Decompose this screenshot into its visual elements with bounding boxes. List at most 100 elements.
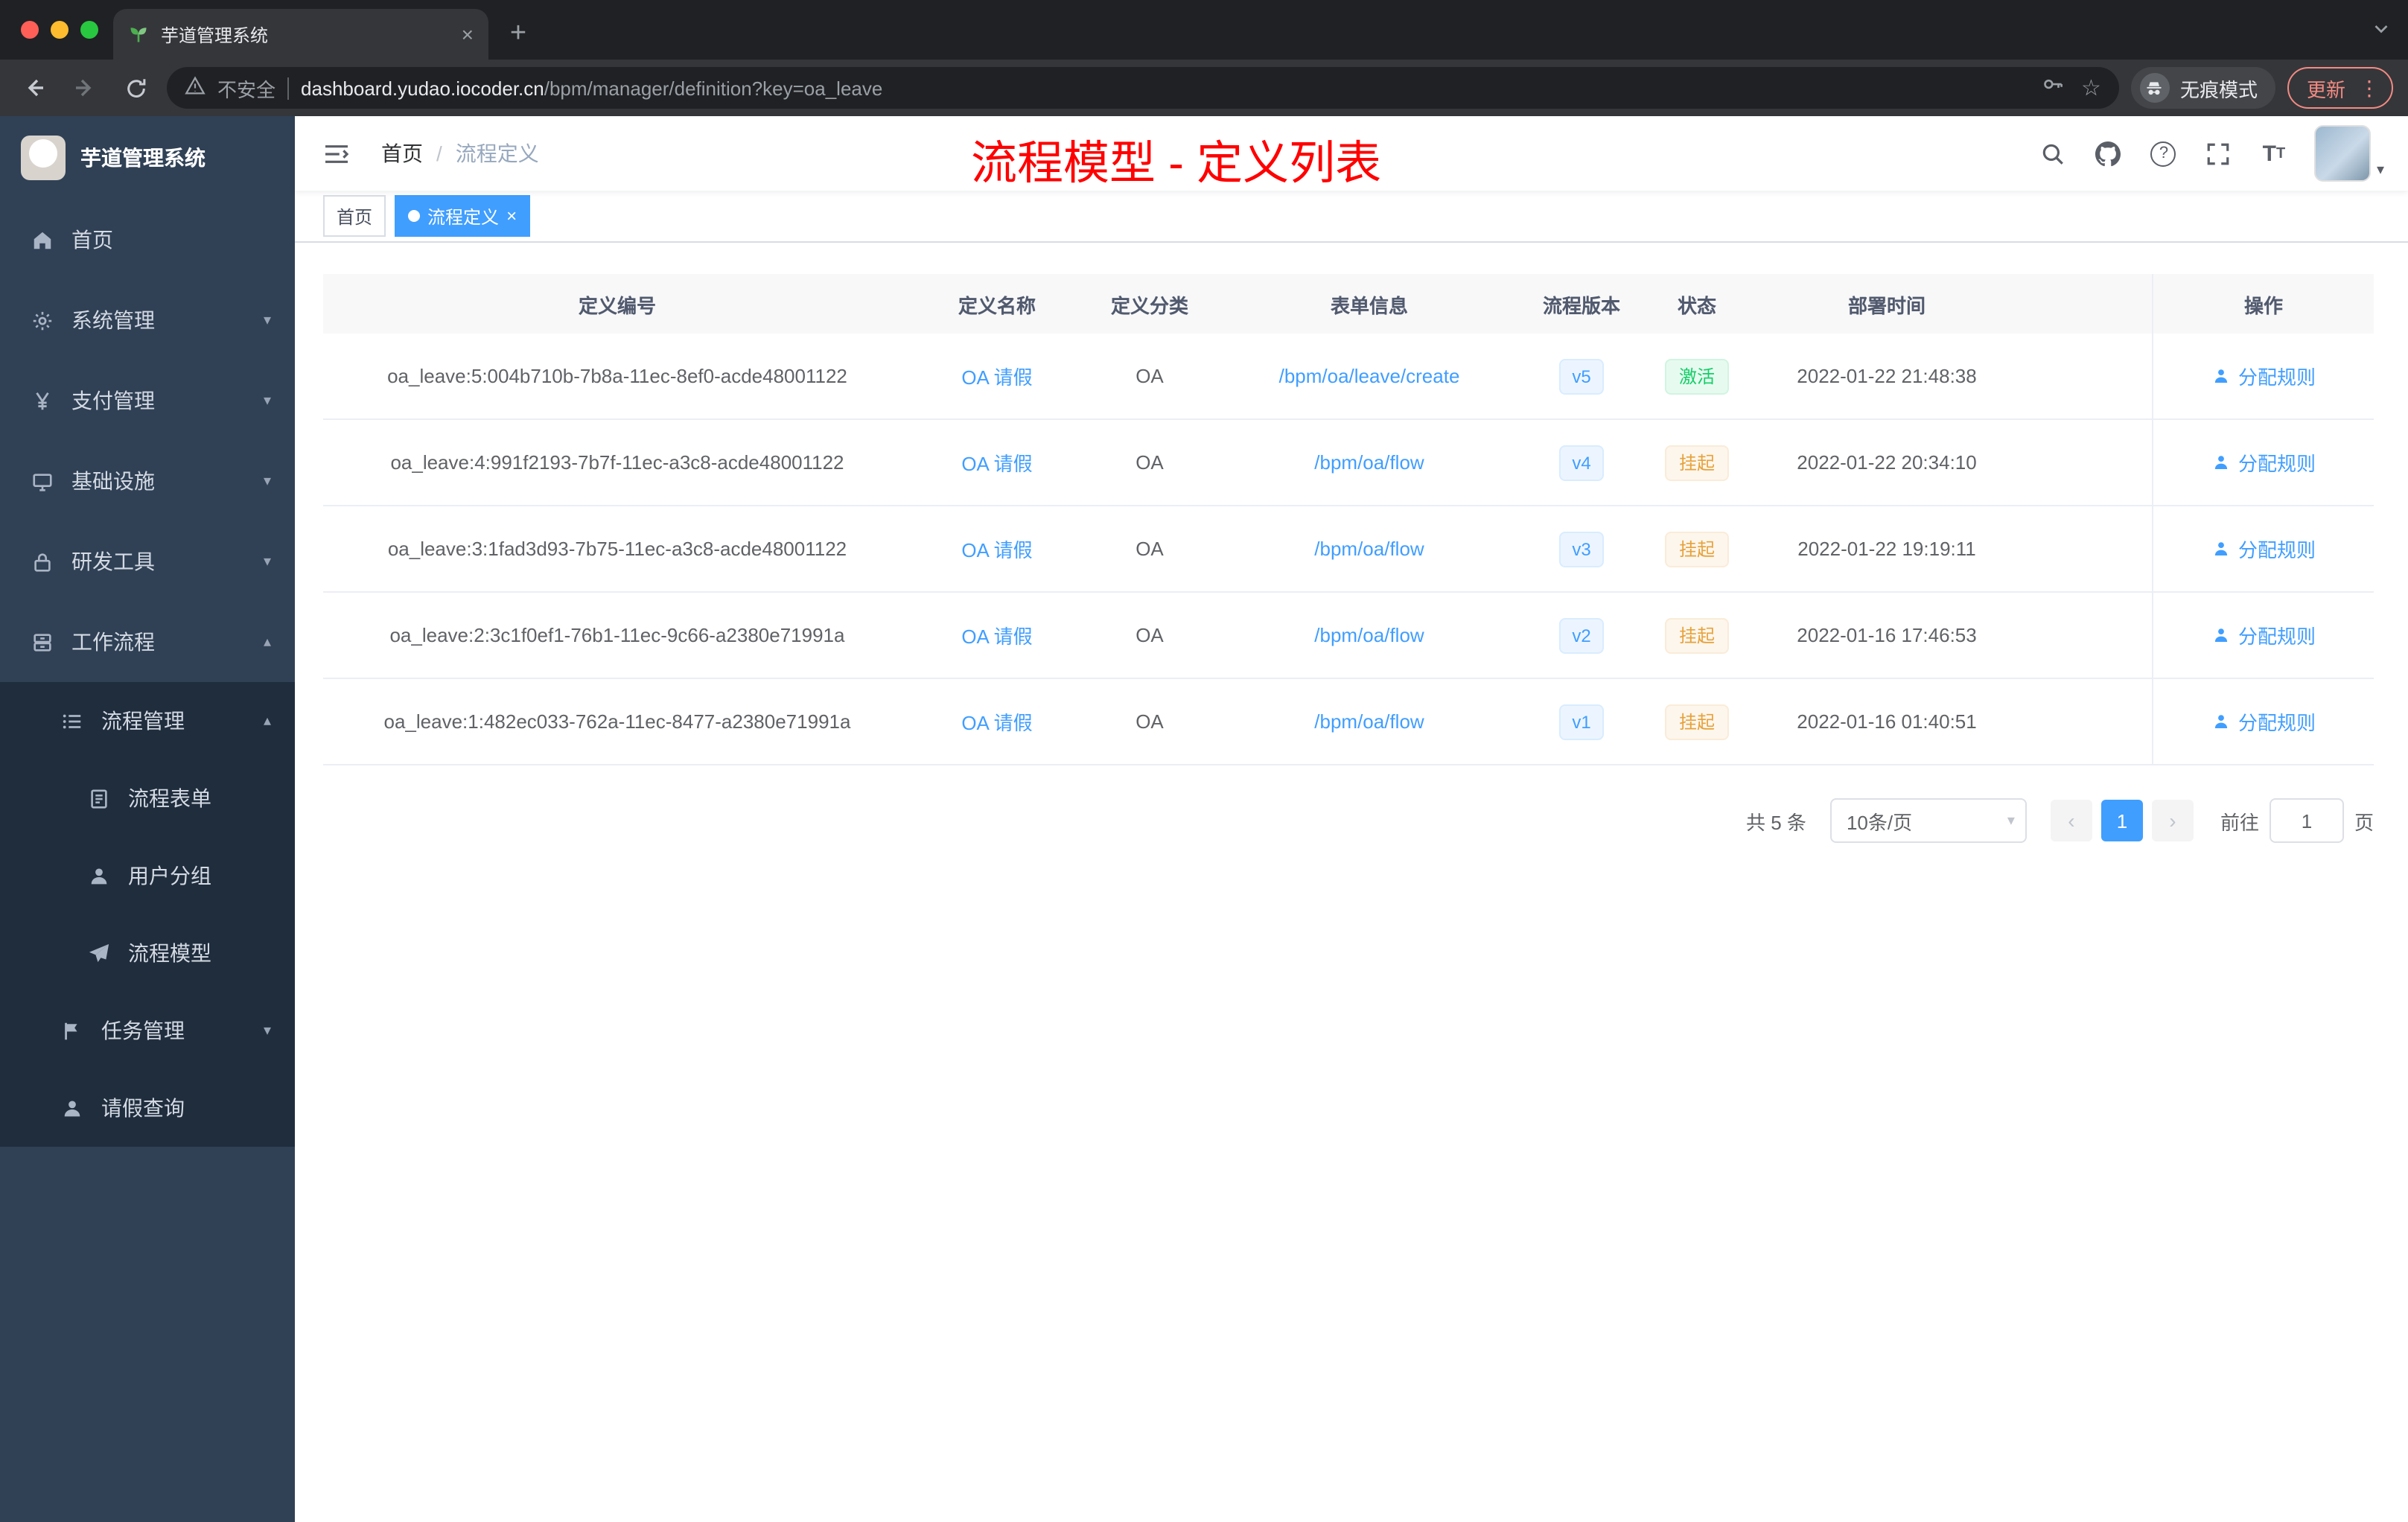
form-link[interactable]: /bpm/oa/flow: [1314, 451, 1424, 474]
sidebar-item-devtools[interactable]: 研发工具 ▾: [0, 521, 295, 602]
definition-name-link[interactable]: OA 请假: [961, 621, 1032, 649]
tags-view-bar: 首页 流程定义 ×: [295, 191, 2408, 243]
reload-button[interactable]: [116, 69, 155, 107]
cell-definition-id: oa_leave:5:004b710b-7b8a-11ec-8ef0-acde4…: [387, 365, 847, 387]
browser-tab[interactable]: 芋道管理系统 ×: [113, 9, 488, 60]
sidebar-item-workflow[interactable]: 工作流程 ▴: [0, 602, 295, 682]
security-label: 不安全: [217, 78, 276, 101]
omnibox[interactable]: 不安全 dashboard.yudao.iocoder.cn/bpm/manag…: [167, 67, 2119, 109]
sidebar-item-task-management[interactable]: 任务管理 ▾: [0, 992, 295, 1069]
key-icon[interactable]: [2041, 73, 2063, 103]
sidebar-item-process-management[interactable]: 流程管理 ▴: [0, 682, 295, 760]
prev-page-button[interactable]: ‹: [2050, 800, 2092, 841]
definition-name-link[interactable]: OA 请假: [961, 362, 1032, 390]
assign-rule-link[interactable]: 分配规则: [2211, 621, 2316, 649]
url-text: dashboard.yudao.iocoder.cn/bpm/manager/d…: [301, 77, 882, 99]
status-badge: 挂起: [1665, 704, 1728, 739]
sidebar-item-payment-management[interactable]: 支付管理 ▾: [0, 360, 295, 441]
update-button[interactable]: 更新 ⋮: [2287, 67, 2393, 109]
gear-icon: [30, 308, 54, 332]
github-icon[interactable]: [2094, 138, 2124, 168]
form-link[interactable]: /bpm/oa/flow: [1314, 624, 1424, 646]
definition-name-link[interactable]: OA 请假: [961, 448, 1032, 477]
definition-name-link[interactable]: OA 请假: [961, 535, 1032, 563]
assign-rule-link[interactable]: 分配规则: [2211, 448, 2316, 477]
search-icon[interactable]: [2039, 138, 2068, 168]
tab-search-chevron-icon[interactable]: [2372, 18, 2390, 45]
main-content: 首页 / 流程定义 ? TT ▾ 首页 流程定义 × 定义编号 定义名称 定义分…: [295, 116, 2408, 1522]
status-badge: 挂起: [1665, 445, 1728, 480]
form-link[interactable]: /bpm/oa/flow: [1314, 538, 1424, 560]
tag-process-definition[interactable]: 流程定义 ×: [395, 195, 531, 237]
user-avatar[interactable]: ▾: [2313, 125, 2384, 182]
sidebar-item-process-form[interactable]: 流程表单: [0, 760, 295, 837]
definition-name-link[interactable]: OA 请假: [961, 707, 1032, 736]
hamburger-button[interactable]: [316, 133, 357, 174]
page-content: 定义编号 定义名称 定义分类 表单信息 流程版本 状态 部署时间 操作 oa_l…: [295, 243, 2408, 1522]
kebab-menu-icon[interactable]: ⋮: [2353, 75, 2386, 101]
sidebar-item-process-model[interactable]: 流程模型: [0, 914, 295, 992]
pagination: 共 5 条 10条/页 ▾ ‹ 1 › 前往 页: [323, 798, 2374, 843]
browser-toolbar: 不安全 dashboard.yudao.iocoder.cn/bpm/manag…: [0, 60, 2408, 116]
zoom-window-button[interactable]: [80, 21, 98, 39]
col-header-definition-name: 定义名称: [958, 294, 1036, 316]
version-badge: v1: [1558, 704, 1605, 739]
goto-page-input[interactable]: [2269, 798, 2344, 843]
page-size-select[interactable]: 10条/页 ▾: [1829, 798, 2027, 843]
form-link[interactable]: /bpm/oa/flow: [1314, 710, 1424, 733]
breadcrumb-home[interactable]: 首页: [381, 138, 423, 168]
yen-icon: [30, 389, 54, 413]
chevron-down-icon: ▾: [263, 392, 271, 409]
back-button[interactable]: [15, 69, 54, 107]
definition-table: 定义编号 定义名称 定义分类 表单信息 流程版本 状态 部署时间 操作 oa_l…: [323, 274, 2374, 765]
browser-window: 芋道管理系统 × + 不安全 dashboard.yudao.iocoder.c…: [0, 0, 2408, 1522]
next-page-button[interactable]: ›: [2151, 800, 2194, 841]
table-row: oa_leave:2:3c1f0ef1-76b1-11ec-9c66-a2380…: [323, 593, 2374, 679]
cell-category: OA: [1135, 710, 1164, 733]
form-link[interactable]: /bpm/oa/leave/create: [1279, 365, 1460, 387]
cell-category: OA: [1135, 624, 1164, 646]
process-management-icon: [60, 709, 83, 733]
minimize-window-button[interactable]: [51, 21, 69, 39]
app-root: 芋道管理系统 首页 系统管理 ▾ 支付管理 ▾ 基础设施 ▾ 研发工具 ▾ 工作…: [0, 116, 2408, 1522]
url-host: dashboard.yudao.iocoder.cn: [301, 77, 544, 99]
sidebar-item-system-management[interactable]: 系统管理 ▾: [0, 280, 295, 360]
assign-rule-link[interactable]: 分配规则: [2211, 362, 2316, 390]
forward-button[interactable]: [66, 69, 104, 107]
table-header: 定义编号 定义名称 定义分类 表单信息 流程版本 状态 部署时间 操作: [323, 274, 2374, 334]
avatar-image: [2313, 125, 2371, 182]
sidebar-item-home[interactable]: 首页: [0, 200, 295, 280]
home-icon: [30, 228, 54, 252]
tag-home[interactable]: 首页: [323, 195, 386, 237]
assign-rule-link[interactable]: 分配规则: [2211, 707, 2316, 736]
update-label: 更新: [2306, 78, 2345, 101]
tab-close-icon[interactable]: ×: [462, 22, 474, 46]
tag-close-icon[interactable]: ×: [506, 206, 517, 226]
breadcrumb-current: 流程定义: [455, 141, 539, 165]
status-badge: 挂起: [1665, 531, 1728, 567]
version-badge: v5: [1558, 358, 1605, 394]
tab-favicon: [130, 28, 147, 42]
incognito-label: 无痕模式: [2179, 78, 2258, 101]
fullscreen-icon[interactable]: [2204, 138, 2234, 168]
sidebar-item-infrastructure[interactable]: 基础设施 ▾: [0, 441, 295, 521]
help-icon[interactable]: ?: [2149, 138, 2179, 168]
page-1-button[interactable]: 1: [2100, 800, 2143, 841]
security-warning-icon[interactable]: [185, 76, 206, 100]
col-header-status: 状态: [1677, 294, 1716, 316]
font-size-icon[interactable]: TT: [2259, 138, 2289, 168]
close-window-button[interactable]: [21, 21, 39, 39]
select-caret-icon: ▾: [2007, 812, 2015, 829]
bookmark-star-icon[interactable]: ☆: [2081, 74, 2101, 101]
assign-rule-link[interactable]: 分配规则: [2211, 535, 2316, 563]
sidebar-item-user-group[interactable]: 用户分组: [0, 837, 295, 914]
user-icon: [2214, 628, 2228, 642]
user-icon: [2214, 542, 2228, 555]
incognito-badge[interactable]: 无痕模式: [2130, 67, 2275, 109]
version-badge: v4: [1558, 445, 1605, 480]
process-form-icon: [86, 786, 110, 810]
cell-deploy-time: 2022-01-22 20:34:10: [1797, 451, 1977, 474]
cell-category: OA: [1135, 538, 1164, 560]
sidebar-item-leave-query[interactable]: 请假查询: [0, 1069, 295, 1147]
new-tab-button[interactable]: +: [497, 13, 539, 55]
